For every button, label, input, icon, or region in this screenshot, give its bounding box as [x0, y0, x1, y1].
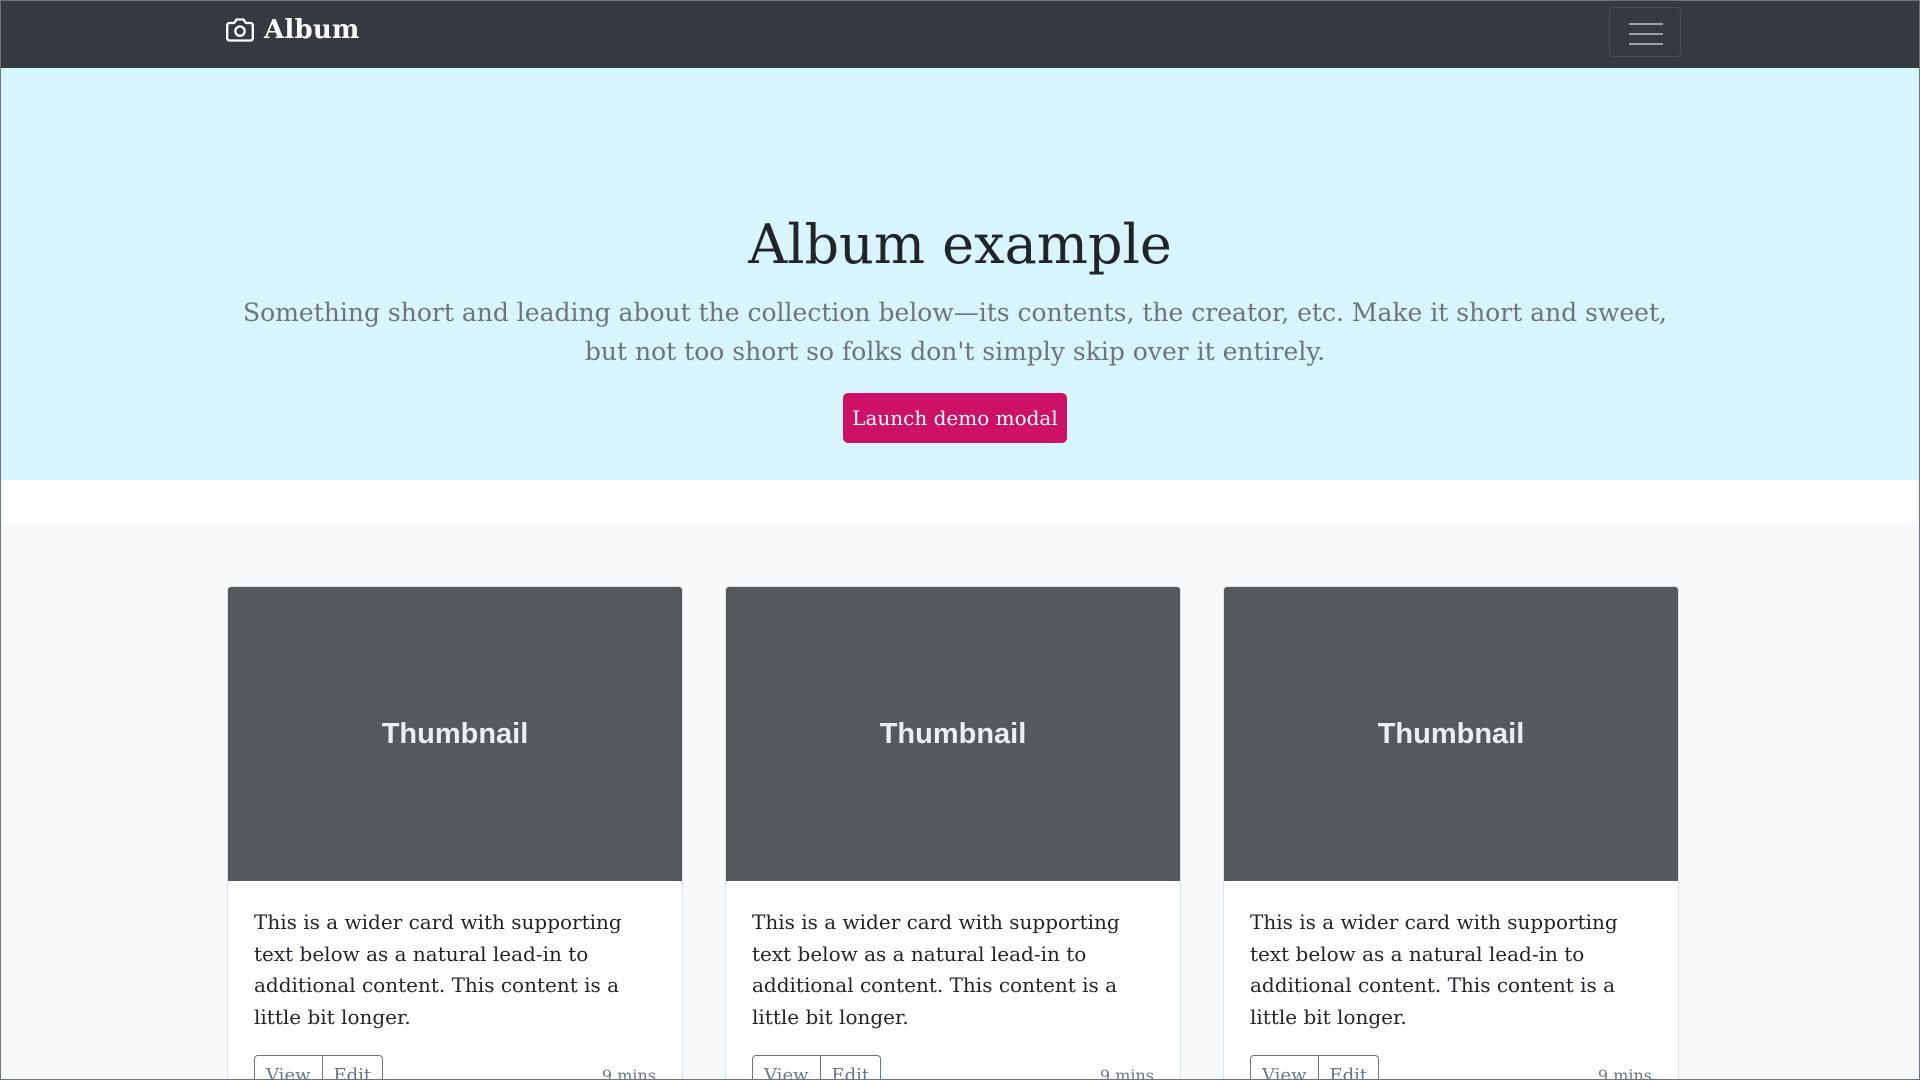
card-actions: View Edit 9 mins: [752, 1055, 1154, 1080]
jumbotron: Album example Something short and leadin…: [1, 68, 1919, 480]
card-actions: View Edit 9 mins: [254, 1055, 656, 1080]
hero-lead-text: Something short and leading about the co…: [243, 298, 1667, 366]
thumbnail-image: Thumbnail: [1224, 587, 1678, 881]
album-card: Thumbnail This is a wider card with supp…: [1223, 586, 1679, 1080]
thumbnail-image: Thumbnail: [228, 587, 682, 881]
thumbnail-image: Thumbnail: [726, 587, 1180, 881]
edit-button[interactable]: Edit: [820, 1055, 882, 1079]
card-time: 9 mins: [1597, 1065, 1652, 1080]
page-title: Album example: [748, 213, 1172, 276]
card-button-group: View Edit: [1250, 1055, 1380, 1079]
card-button-group: View Edit: [254, 1055, 384, 1079]
camera-icon: [226, 18, 254, 42]
card-time: 9 mins: [601, 1065, 656, 1080]
card-text: This is a wider card with supporting tex…: [752, 910, 1120, 1029]
brand-text: Album: [264, 15, 360, 45]
brand-link[interactable]: Album: [226, 15, 360, 45]
card-text: This is a wider card with supporting tex…: [1250, 910, 1618, 1029]
thumbnail-label: Thumbnail: [1377, 717, 1525, 750]
album-card: Thumbnail This is a wider card with supp…: [725, 586, 1181, 1080]
navbar: Album: [1, 1, 1919, 68]
album-card: Thumbnail This is a wider card with supp…: [227, 586, 683, 1080]
launch-demo-modal-button[interactable]: Launch demo modal: [843, 393, 1067, 443]
card-text: This is a wider card with supporting tex…: [254, 910, 622, 1029]
thumbnail-label: Thumbnail: [381, 717, 529, 750]
page: Album Album example Something short and …: [0, 0, 1920, 1080]
edit-button[interactable]: Edit: [322, 1055, 384, 1079]
section-spacer: [1, 480, 1919, 523]
view-button[interactable]: View: [254, 1055, 323, 1079]
card-actions: View Edit 9 mins: [1250, 1055, 1652, 1080]
card-button-group: View Edit: [752, 1055, 882, 1079]
edit-button[interactable]: Edit: [1318, 1055, 1380, 1079]
view-button[interactable]: View: [1250, 1055, 1319, 1079]
view-button[interactable]: View: [752, 1055, 821, 1079]
navbar-toggler-button[interactable]: [1609, 7, 1681, 57]
album-section: Thumbnail This is a wider card with supp…: [1, 523, 1919, 1080]
hamburger-menu-icon: [1629, 23, 1663, 45]
card-time: 9 mins: [1099, 1065, 1154, 1080]
thumbnail-label: Thumbnail: [879, 717, 1027, 750]
